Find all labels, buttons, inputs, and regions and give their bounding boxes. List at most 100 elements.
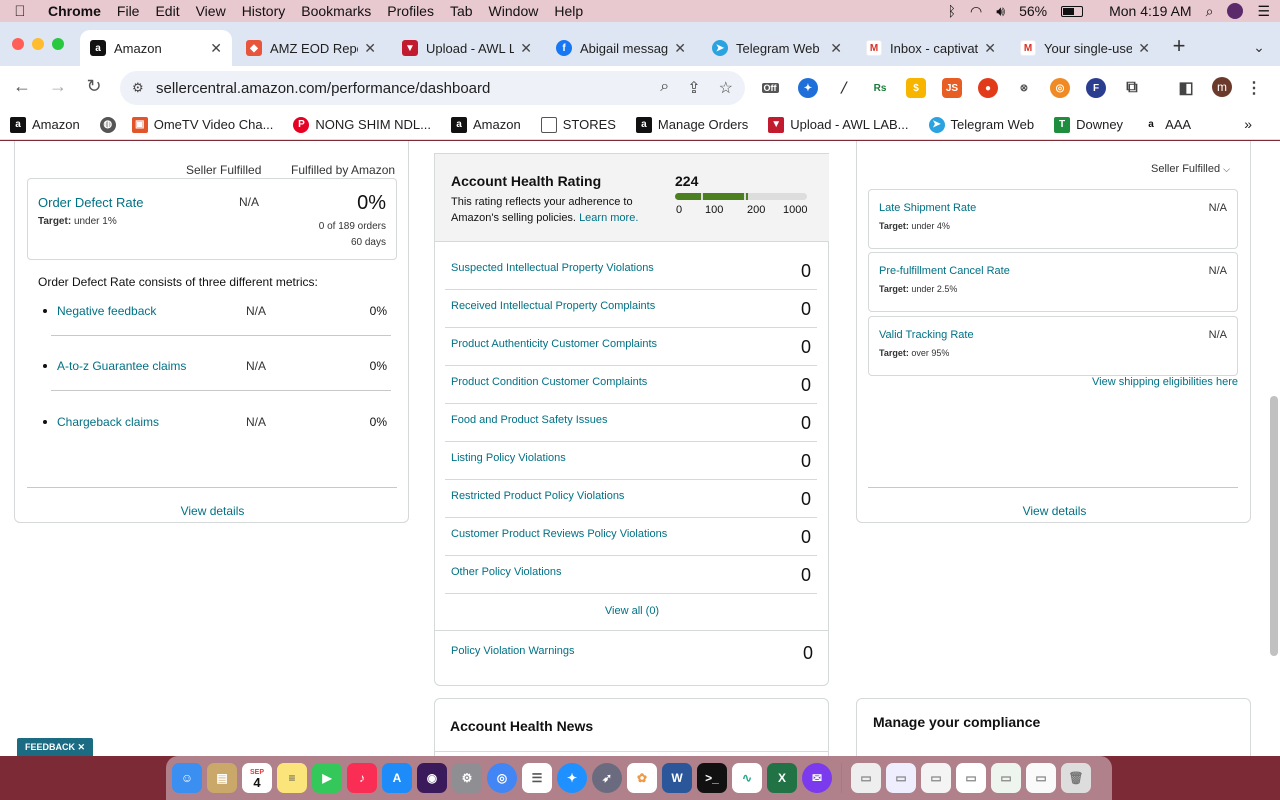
document-thumbnail-icon[interactable]: ▭ (886, 763, 916, 793)
view-all-link[interactable]: View all (0) (435, 605, 829, 617)
back-arrow-icon[interactable]: ← (10, 76, 34, 97)
app-store-icon[interactable]: A (382, 763, 412, 793)
violation-link[interactable]: Restricted Product Policy Violations (451, 490, 624, 502)
extension-pen-icon[interactable]: ╱ (834, 78, 854, 98)
bookmark-telegram[interactable]: ➤ Telegram Web (928, 116, 1034, 133)
negative-feedback-link[interactable]: Negative feedback (57, 304, 156, 318)
bookmark-aaa[interactable]: a AAA (1143, 116, 1191, 133)
photos-icon[interactable]: ✿ (627, 763, 657, 793)
extension-blue-icon[interactable]: ✦ (798, 78, 818, 98)
volume-icon[interactable]: 🔊︎ (996, 3, 1005, 20)
policy-violation-warnings-link[interactable]: Policy Violation Warnings (451, 645, 575, 657)
trash-icon[interactable]: 🗑︎ (1061, 763, 1091, 793)
forward-arrow-icon[interactable]: → (46, 76, 70, 97)
safari-icon[interactable]: ✦ (557, 763, 587, 793)
tab-search-chevron-icon[interactable]: ⌄ (1246, 34, 1272, 60)
wifi-icon[interactable]: ◠ (970, 3, 982, 20)
menu-help[interactable]: Help (546, 3, 591, 19)
violation-link[interactable]: Product Authenticity Customer Complaints (451, 338, 657, 350)
menu-bookmarks[interactable]: Bookmarks (293, 3, 379, 19)
bookmark-globe[interactable]: ◍ (99, 116, 122, 133)
violation-link[interactable]: Received Intellectual Property Complaint… (451, 300, 655, 312)
menu-profiles[interactable]: Profiles (379, 3, 442, 19)
extension-orange-icon[interactable]: ◎ (1050, 78, 1070, 98)
bookmark-ometv[interactable]: ▣ OmeTV Video Cha... (131, 116, 273, 133)
close-tab-icon[interactable]: ✕ (1138, 40, 1150, 57)
close-tab-icon[interactable]: ✕ (210, 40, 222, 57)
bookmark-nong-shim[interactable]: P NONG SHIM NDL... (293, 116, 431, 133)
document-thumbnail-icon[interactable]: ▭ (956, 763, 986, 793)
chargeback-claims-link[interactable]: Chargeback claims (57, 415, 159, 429)
system-settings-icon[interactable]: ⚙ (452, 763, 482, 793)
tab-upload-awl[interactable]: ▼ Upload - AWL L ✕ (392, 30, 542, 66)
menu-window[interactable]: Window (481, 3, 547, 19)
extension-js-icon[interactable]: JS (942, 78, 962, 98)
view-shipping-eligibilities-link[interactable]: View shipping eligibilities here (1092, 376, 1238, 388)
extension-rs-icon[interactable]: Rs (870, 78, 890, 98)
tab-amz-eod[interactable]: ◆ AMZ EOD Repo ✕ (236, 30, 386, 66)
menu-app-name[interactable]: Chrome (40, 3, 109, 19)
tab-facebook[interactable]: f Abigail messag ✕ (546, 30, 696, 66)
terminal-icon[interactable]: >_ (697, 763, 727, 793)
side-panel-icon[interactable]: ◧ (1176, 78, 1196, 98)
bookmarks-overflow-icon[interactable]: » (1244, 116, 1252, 132)
view-details-link[interactable]: View details (857, 504, 1252, 518)
spotlight-search-icon[interactable]: ⌕ (1206, 3, 1214, 20)
extension-f-icon[interactable]: F (1086, 78, 1106, 98)
notes-icon[interactable]: ≡ (277, 763, 307, 793)
new-tab-button[interactable]: + (1166, 34, 1192, 60)
bookmark-manage-orders[interactable]: a Manage Orders (635, 116, 748, 133)
violation-link[interactable]: Listing Policy Violations (451, 452, 566, 464)
extensions-puzzle-icon[interactable]: ⧉ (1122, 78, 1142, 98)
bookmark-downey[interactable]: T Downey (1054, 116, 1123, 133)
document-thumbnail-icon[interactable]: ▭ (1026, 763, 1056, 793)
close-tab-icon[interactable]: ✕ (830, 40, 842, 57)
tab-gmail-inbox[interactable]: M Inbox - captivat ✕ (856, 30, 1006, 66)
excel-icon[interactable]: X (767, 763, 797, 793)
violation-link[interactable]: Other Policy Violations (451, 566, 561, 578)
siri-icon[interactable] (1227, 3, 1244, 19)
url-text[interactable]: sellercentral.amazon.com/performance/das… (156, 80, 490, 97)
extension-link-icon[interactable]: ⊗ (1014, 78, 1034, 98)
profile-avatar[interactable]: m (1212, 77, 1232, 97)
feedback-button[interactable]: FEEDBACK ✕ (17, 738, 94, 756)
learn-more-link[interactable]: Learn more. (579, 212, 638, 224)
document-thumbnail-icon[interactable]: ▭ (991, 763, 1021, 793)
bookmark-upload-awl[interactable]: ▼ Upload - AWL LAB... (768, 116, 909, 133)
feedback-close-icon[interactable]: ✕ (78, 742, 86, 752)
valid-tracking-rate-link[interactable]: Valid Tracking Rate (879, 329, 974, 341)
close-tab-icon[interactable]: ✕ (984, 40, 996, 57)
finder-icon[interactable]: ☺ (172, 763, 202, 793)
siri-icon[interactable]: ◉ (417, 763, 447, 793)
control-center-icon[interactable]: ☰ (1257, 3, 1270, 20)
bookmark-star-icon[interactable]: ☆ (719, 78, 733, 98)
document-thumbnail-icon[interactable]: ▭ (851, 763, 881, 793)
document-thumbnail-icon[interactable]: ▭ (921, 763, 951, 793)
reminders-icon[interactable]: ☰ (522, 763, 552, 793)
menu-edit[interactable]: Edit (147, 3, 187, 19)
word-icon[interactable]: W (662, 763, 692, 793)
late-shipment-rate-link[interactable]: Late Shipment Rate (879, 202, 976, 214)
extension-deals-icon[interactable]: $ (906, 78, 926, 98)
close-tab-icon[interactable]: ✕ (520, 40, 532, 57)
maximize-window-button[interactable] (52, 38, 64, 50)
page-scrollbar[interactable] (1270, 396, 1278, 656)
messenger-icon[interactable]: ✉ (802, 763, 832, 793)
violation-link[interactable]: Customer Product Reviews Policy Violatio… (451, 528, 667, 540)
a-to-z-claims-link[interactable]: A-to-z Guarantee claims (57, 359, 186, 373)
close-tab-icon[interactable]: ✕ (674, 40, 686, 57)
activity-monitor-icon[interactable]: ∿ (732, 763, 762, 793)
bookmark-stores-folder[interactable]: STORES (540, 116, 616, 133)
close-tab-icon[interactable]: ✕ (364, 40, 376, 57)
menu-tab[interactable]: Tab (442, 3, 481, 19)
reload-icon[interactable]: ↻ (82, 76, 106, 97)
seller-fulfilled-dropdown[interactable]: Seller Fulfilled ⌵ (1151, 163, 1230, 175)
violation-link[interactable]: Food and Product Safety Issues (451, 414, 608, 426)
share-icon[interactable]: ⇪ (687, 78, 700, 98)
minimize-window-button[interactable] (32, 38, 44, 50)
menu-history[interactable]: History (234, 3, 294, 19)
tab-gmail-single-use[interactable]: M Your single-use ✕ (1010, 30, 1160, 66)
address-bar[interactable]: ⚙ sellercentral.amazon.com/performance/d… (120, 71, 745, 105)
close-window-button[interactable] (12, 38, 24, 50)
chrome-menu-icon[interactable]: ⋮ (1244, 78, 1264, 98)
